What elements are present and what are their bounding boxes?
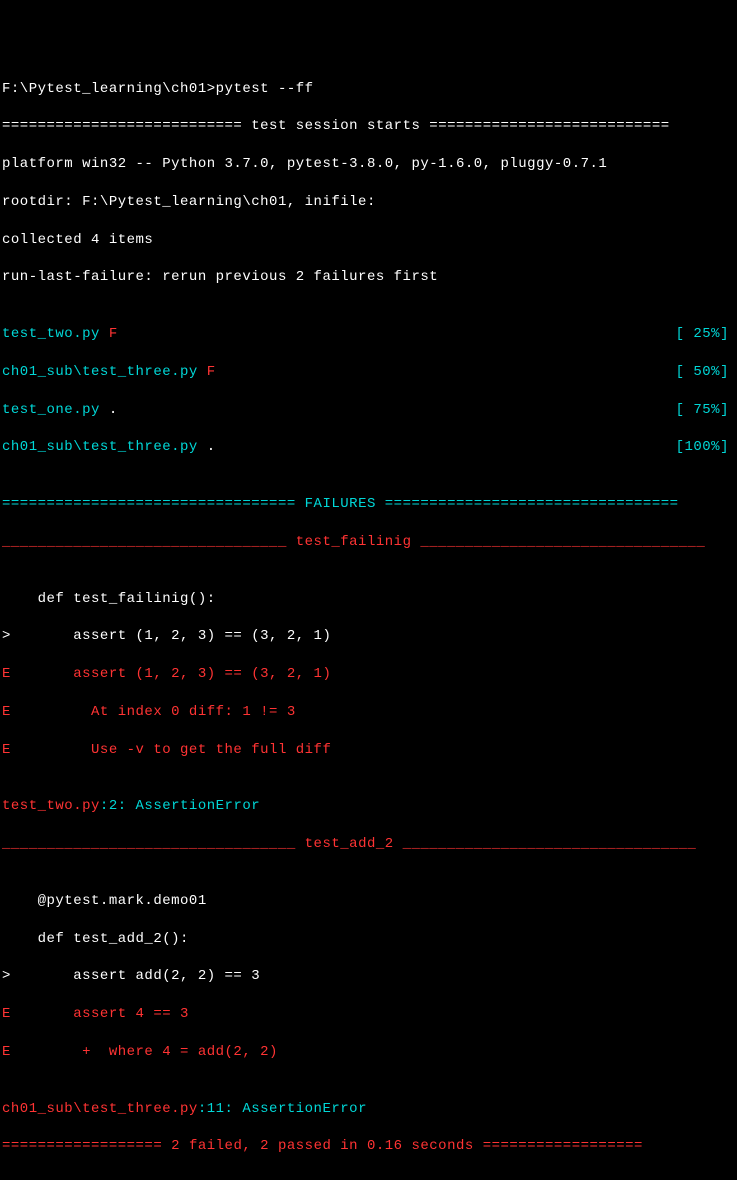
error-line: E assert 4 == 3 — [2, 1005, 735, 1024]
prompt-line: F:\Pytest_learning\ch01>pytest --ff — [2, 80, 735, 99]
platform-line: platform win32 -- Python 3.7.0, pytest-3… — [2, 155, 735, 174]
test-result-row: ch01_sub\test_three.py . [100%] — [2, 438, 735, 457]
error-line: E + where 4 = add(2, 2) — [2, 1043, 735, 1062]
test-mark: F — [207, 364, 216, 380]
failures-title: FAILURES — [305, 495, 376, 514]
test-result-row: test_one.py . [ 75%] — [2, 401, 735, 420]
rule-right: ================================= — [376, 495, 679, 514]
runlast-line: run-last-failure: rerun previous 2 failu… — [2, 268, 735, 287]
summary-line: ================== 2 failed, 2 passed in… — [2, 1137, 735, 1156]
summary-text: 2 failed, 2 passed in 0.16 seconds — [171, 1137, 474, 1156]
rule-right: ________________________________ — [411, 533, 705, 552]
rule-left: ________________________________ — [2, 533, 296, 552]
test-percent: [100%] — [676, 438, 735, 457]
terminal-output: F:\Pytest_learning\ch01>pytest --ff ====… — [2, 61, 735, 1176]
test-result-row: ch01_sub\test_three.py F [ 50%] — [2, 363, 735, 382]
test-percent: [ 50%] — [676, 363, 735, 382]
error-line: E At index 0 diff: 1 != 3 — [2, 703, 735, 722]
rule-left: ================================= — [2, 495, 305, 514]
error-line: E assert (1, 2, 3) == (3, 2, 1) — [2, 665, 735, 684]
test-result-row: test_two.py F [ 25%] — [2, 325, 735, 344]
error-file: test_two.py — [2, 797, 100, 816]
error-lineno: :11: AssertionError — [198, 1100, 367, 1119]
code-decorator-line: @pytest.mark.demo01 — [2, 892, 735, 911]
session-title: test session starts — [251, 117, 420, 136]
code-def-line: def test_add_2(): — [2, 930, 735, 949]
test-percent: [ 75%] — [676, 401, 735, 420]
test-mark: . — [207, 439, 216, 455]
rule-right: =========================== — [420, 117, 669, 136]
code-assert-line: > assert add(2, 2) == 3 — [2, 967, 735, 986]
error-line: E Use -v to get the full diff — [2, 741, 735, 760]
test-file: test_two.py — [2, 326, 109, 342]
error-lineno: :2: AssertionError — [100, 797, 260, 816]
error-file: ch01_sub\test_three.py — [2, 1100, 198, 1119]
rule-right: _________________________________ — [394, 835, 697, 854]
rule-right: ================== — [474, 1137, 643, 1156]
code-def-line: def test_failinig(): — [2, 590, 735, 609]
test-file: ch01_sub\test_three.py — [2, 439, 207, 455]
rootdir-line: rootdir: F:\Pytest_learning\ch01, inifil… — [2, 193, 735, 212]
failure-name: test_add_2 — [305, 835, 394, 854]
rule-left: ================== — [2, 1137, 171, 1156]
test-mark: . — [109, 402, 118, 418]
test-mark: F — [109, 326, 118, 342]
error-location: ch01_sub\test_three.py:11: AssertionErro… — [2, 1100, 735, 1119]
session-start-rule: =========================== test session… — [2, 117, 735, 136]
rule-left: _________________________________ — [2, 835, 305, 854]
collected-line: collected 4 items — [2, 231, 735, 250]
prompt-command: pytest --ff — [216, 80, 314, 99]
test-file: ch01_sub\test_three.py — [2, 364, 207, 380]
failure-name: test_failinig — [296, 533, 412, 552]
prompt-path: F:\Pytest_learning\ch01> — [2, 80, 216, 99]
failure-name-rule: _________________________________ test_a… — [2, 835, 735, 854]
failures-header: ================================= FAILUR… — [2, 495, 735, 514]
rule-left: =========================== — [2, 117, 251, 136]
test-file: test_one.py — [2, 402, 109, 418]
test-percent: [ 25%] — [676, 325, 735, 344]
failure-name-rule: ________________________________ test_fa… — [2, 533, 735, 552]
error-location: test_two.py:2: AssertionError — [2, 797, 735, 816]
code-assert-line: > assert (1, 2, 3) == (3, 2, 1) — [2, 627, 735, 646]
